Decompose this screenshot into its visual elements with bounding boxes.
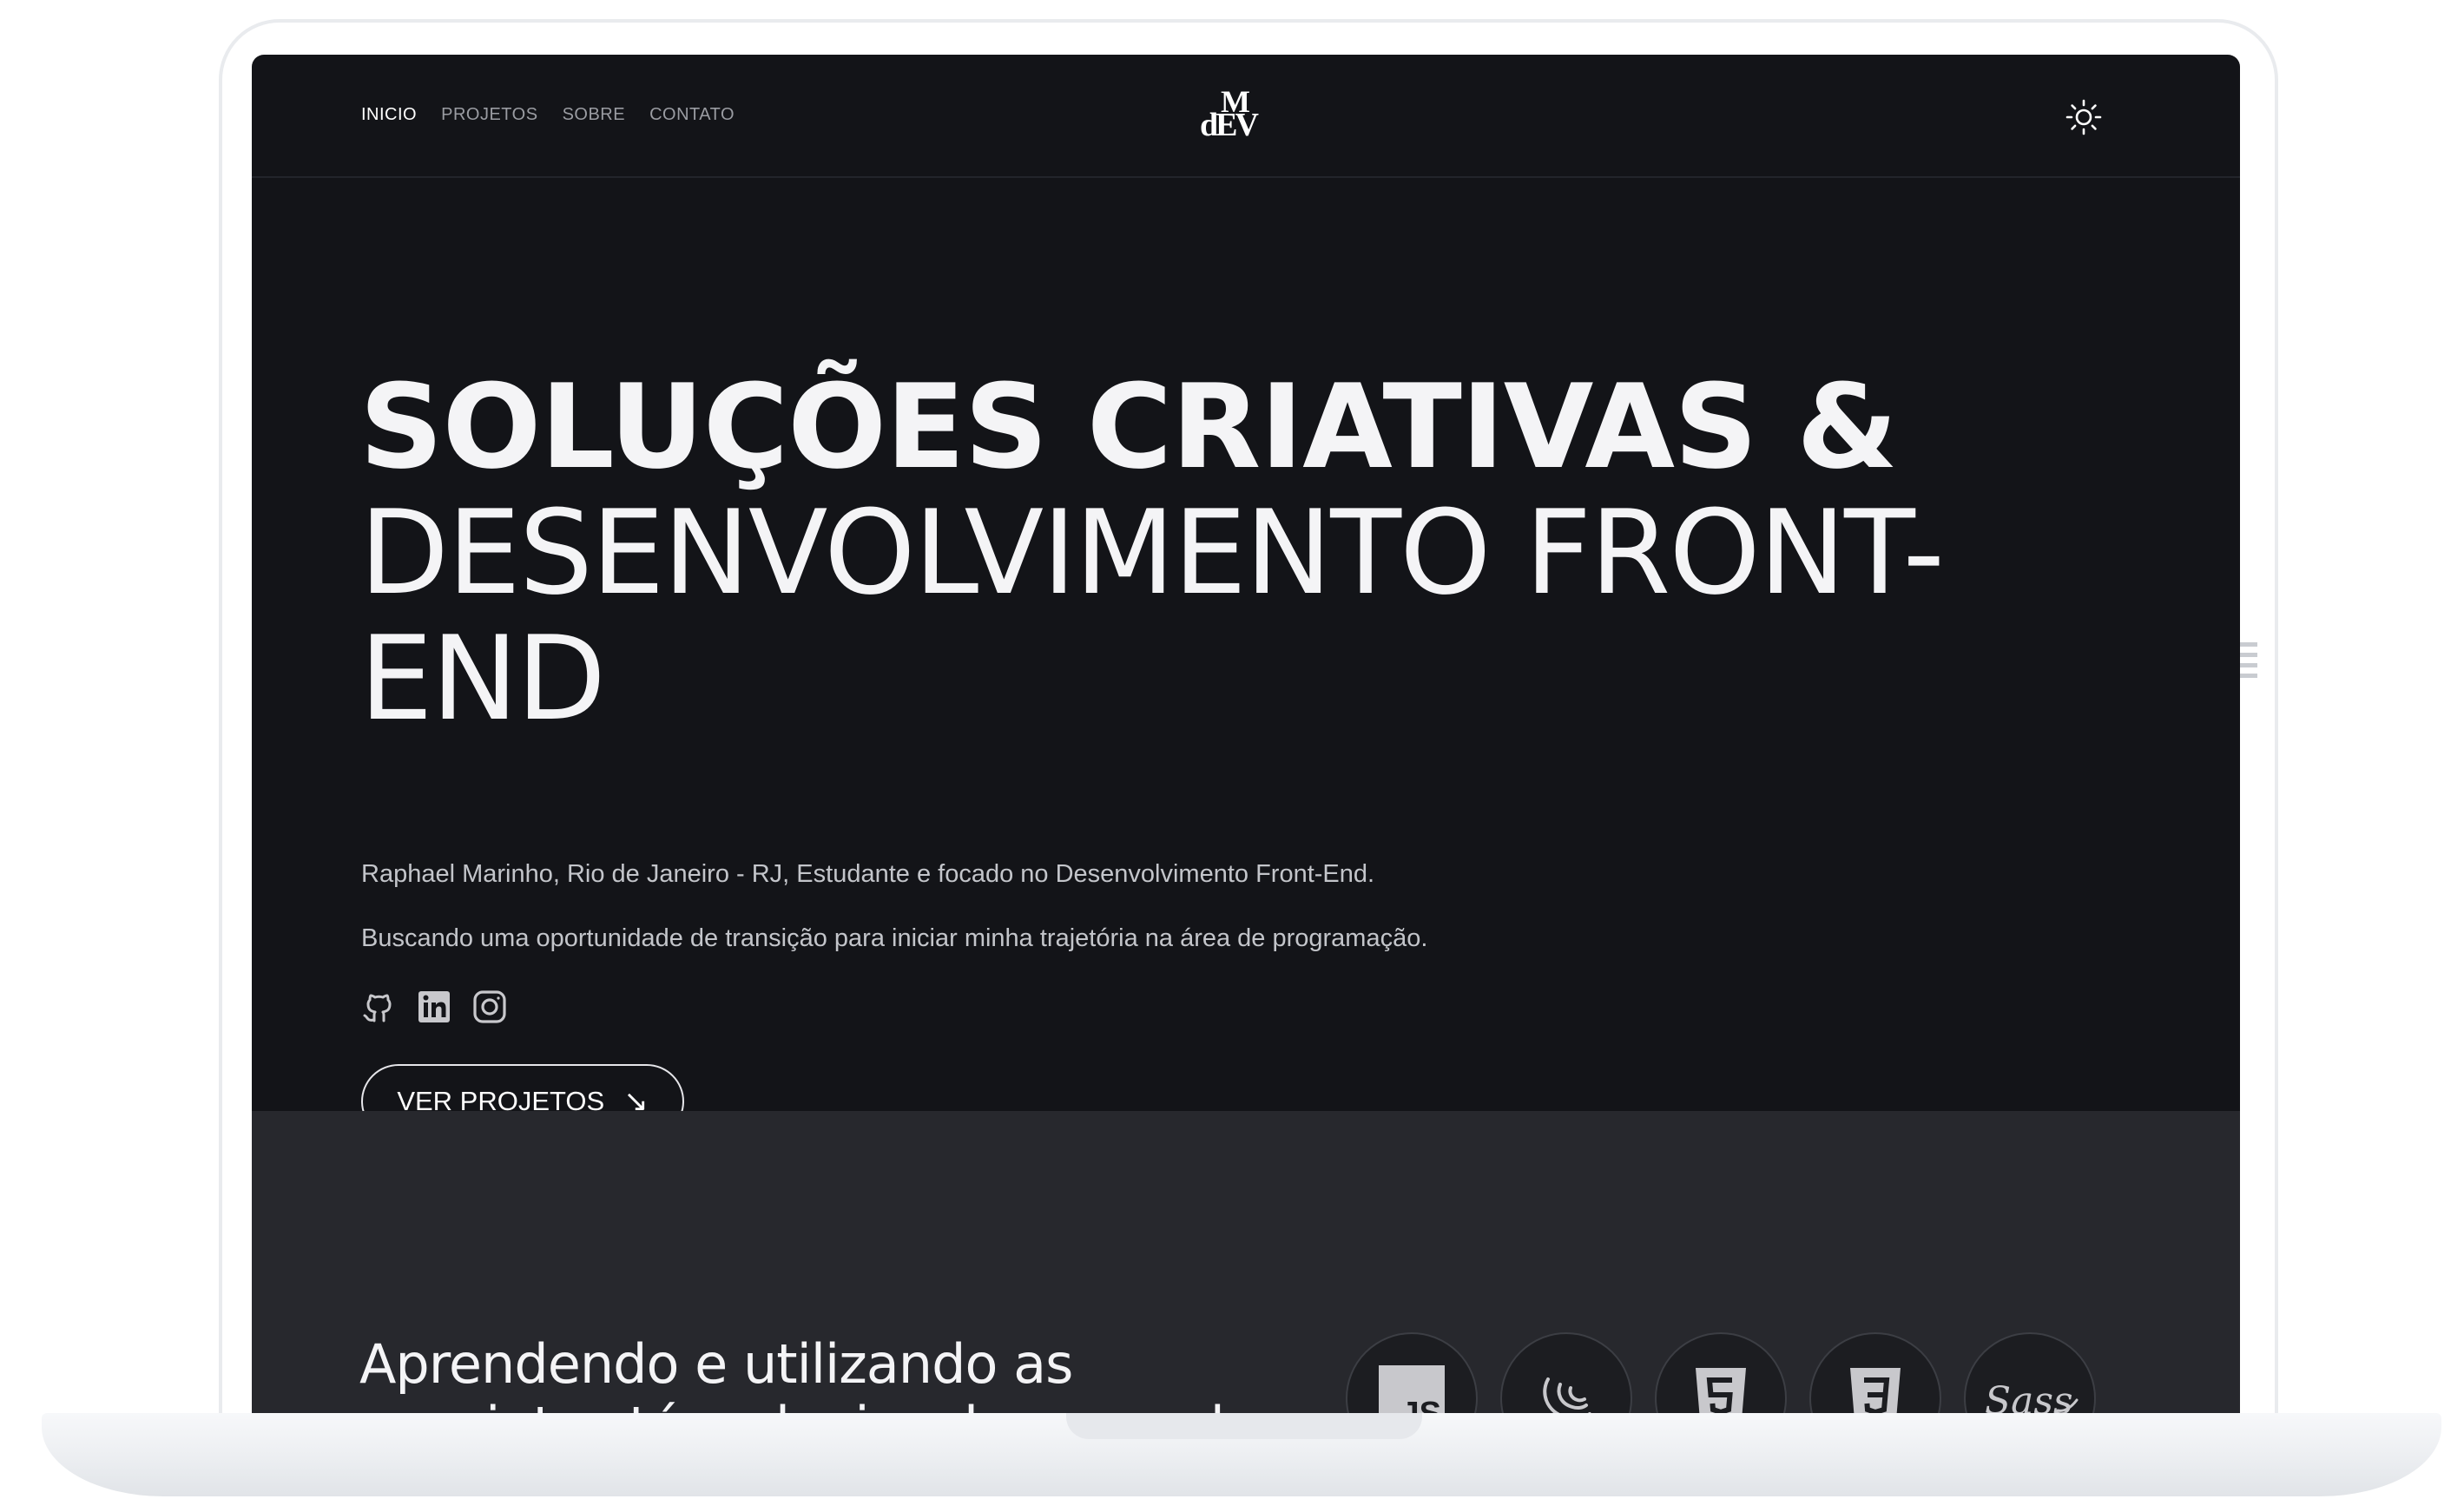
laptop-screen: INICIO PROJETOS SOBRE CONTATO M dEV SOLU… (252, 55, 2240, 1413)
hero-title: SOLUÇÕES CRIATIVAS & DESENVOLVIMENTO FRO… (359, 365, 2096, 742)
javascript-label: JS (1401, 1396, 1441, 1413)
main-nav: INICIO PROJETOS SOBRE CONTATO (361, 105, 735, 125)
hero-description: Raphael Marinho, Rio de Janeiro - RJ, Es… (361, 860, 1375, 888)
logo-letters-dev: dEV (1200, 107, 1259, 143)
nav-item-inicio[interactable]: INICIO (361, 105, 417, 125)
github-icon[interactable] (361, 989, 396, 1024)
hero-title-line-3: END (359, 611, 606, 746)
technologies-section: Aprendendo e utilizando as seguintes téc… (252, 1111, 2240, 1413)
social-links (361, 989, 507, 1024)
hero-title-line-2: DESENVOLVIMENTO FRONT- (359, 485, 1945, 621)
technology-icons: JS (1346, 1332, 2096, 1413)
sun-icon (2065, 99, 2102, 135)
nav-item-projetos[interactable]: PROJETOS (441, 105, 537, 125)
technologies-title-line-1: Aprendendo e utilizando as (359, 1332, 1073, 1396)
jquery-icon (1500, 1332, 1632, 1413)
site-header: INICIO PROJETOS SOBRE CONTATO M dEV (252, 55, 2240, 178)
laptop-base-notch (1066, 1413, 1422, 1439)
nav-item-contato[interactable]: CONTATO (649, 105, 735, 125)
instagram-icon[interactable] (472, 989, 507, 1024)
hero-description-2: Buscando uma oportunidade de transição p… (361, 924, 1428, 952)
css3-icon (1809, 1332, 1941, 1413)
javascript-icon: JS (1346, 1332, 1478, 1413)
site-logo[interactable]: M dEV (1200, 86, 1261, 143)
sass-label: Sass (1985, 1379, 2073, 1413)
laptop-side-detail (2240, 642, 2257, 680)
nav-item-sobre[interactable]: SOBRE (563, 105, 626, 125)
technologies-title-line-2: seguintes técnologias do mercado (359, 1395, 1257, 1414)
sass-icon: Sass (1964, 1332, 2096, 1413)
technologies-title: Aprendendo e utilizando as seguintes téc… (359, 1332, 1314, 1414)
hero-section: SOLUÇÕES CRIATIVAS & DESENVOLVIMENTO FRO… (252, 178, 2240, 1139)
hero-title-line-1: SOLUÇÕES CRIATIVAS & (359, 359, 1898, 495)
html5-icon (1655, 1332, 1787, 1413)
linkedin-icon[interactable] (417, 989, 451, 1024)
theme-toggle-button[interactable] (2065, 98, 2103, 136)
